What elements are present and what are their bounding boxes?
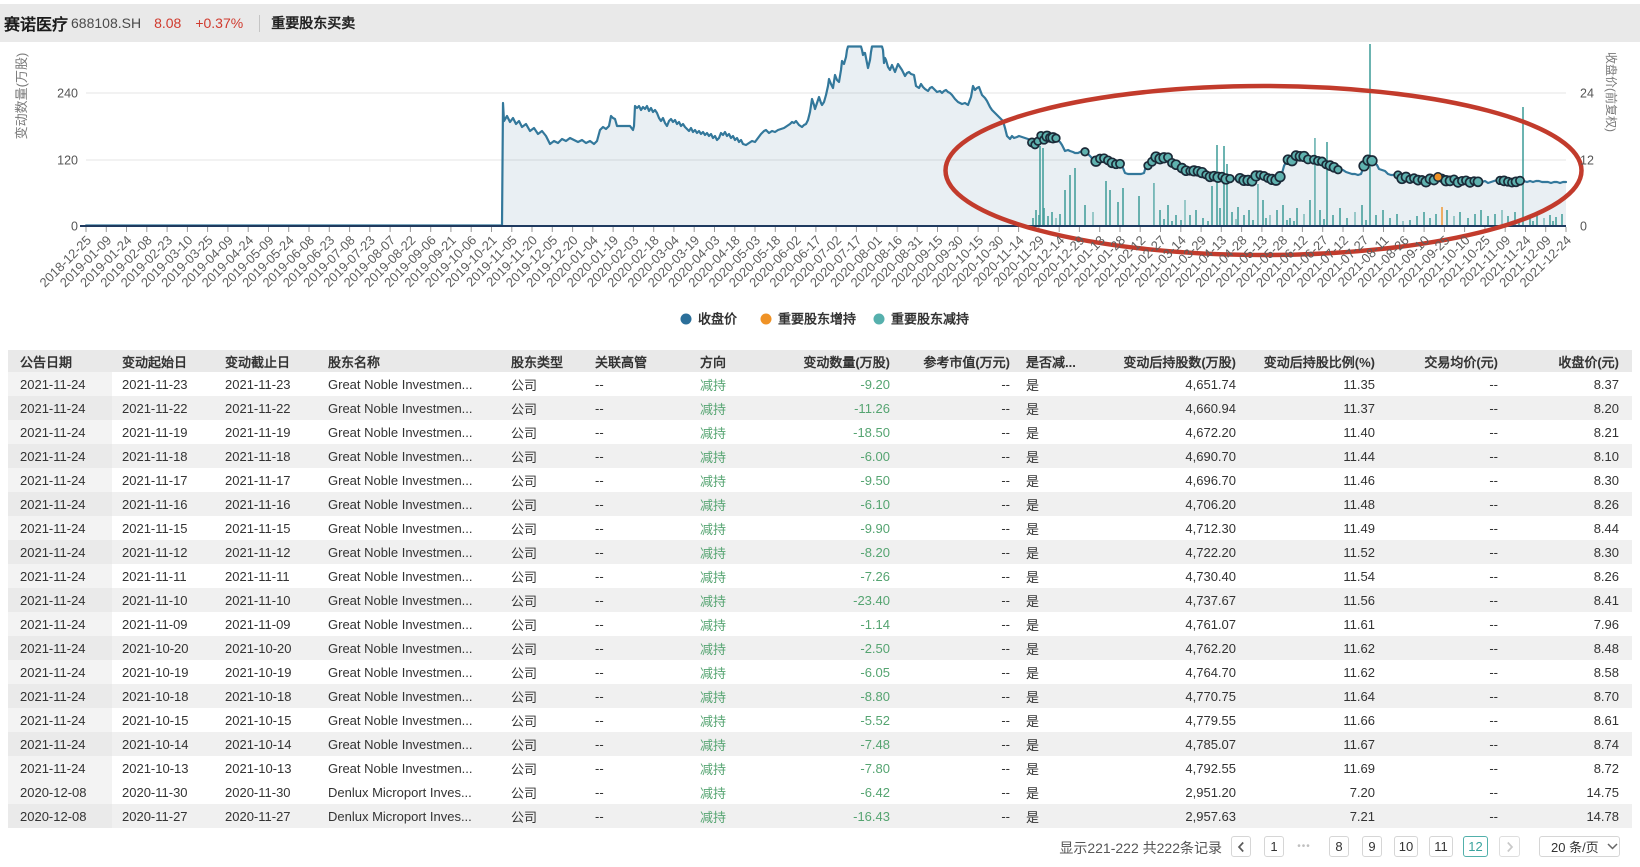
svg-text:240: 240	[57, 87, 78, 101]
svg-text:0: 0	[1580, 220, 1587, 234]
svg-text:重要股东增持: 重要股东增持	[778, 312, 856, 327]
svg-text:120: 120	[57, 154, 78, 168]
svg-text:12: 12	[1580, 154, 1594, 168]
svg-text:变动数量(万股): 变动数量(万股)	[14, 53, 29, 140]
svg-text:收盘价: 收盘价	[698, 312, 738, 327]
svg-text:收盘价(前复权): 收盘价(前复权)	[1604, 52, 1619, 132]
svg-text:24: 24	[1580, 87, 1594, 101]
svg-text:0: 0	[71, 220, 78, 234]
svg-text:重要股东减持: 重要股东减持	[891, 312, 969, 327]
